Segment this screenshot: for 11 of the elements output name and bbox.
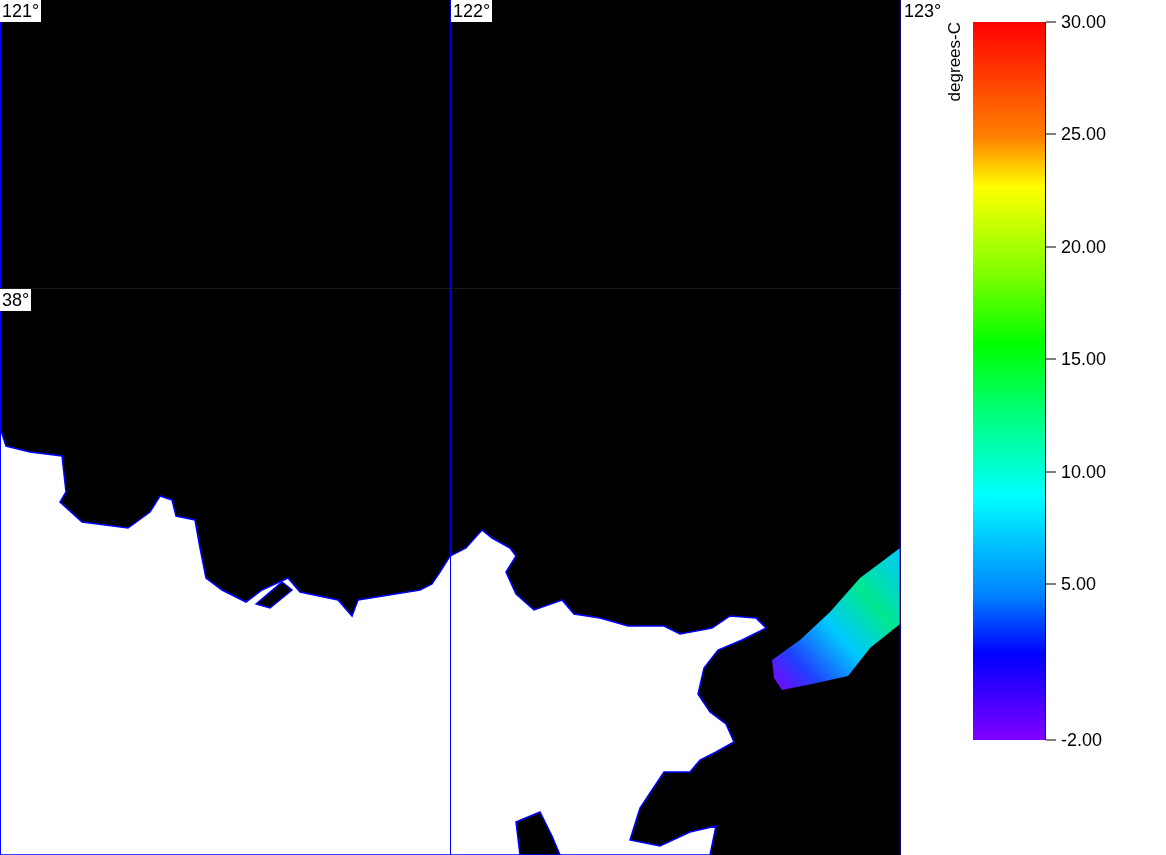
tick-label: 20.00 [1061,236,1107,258]
tick-label: 10.00 [1061,461,1107,483]
unit-label: degrees-C [945,22,965,102]
longitude-label: 122° [451,0,493,22]
latitude-label: 38° [0,289,32,311]
tick-label: 15.00 [1061,348,1107,370]
longitude-label: 121° [0,0,42,22]
tick-label: 30.00 [1061,11,1107,33]
tick-label: 5.00 [1061,573,1097,595]
tick-label: 25.00 [1061,123,1107,145]
tick-label: -2.00 [1061,729,1103,751]
